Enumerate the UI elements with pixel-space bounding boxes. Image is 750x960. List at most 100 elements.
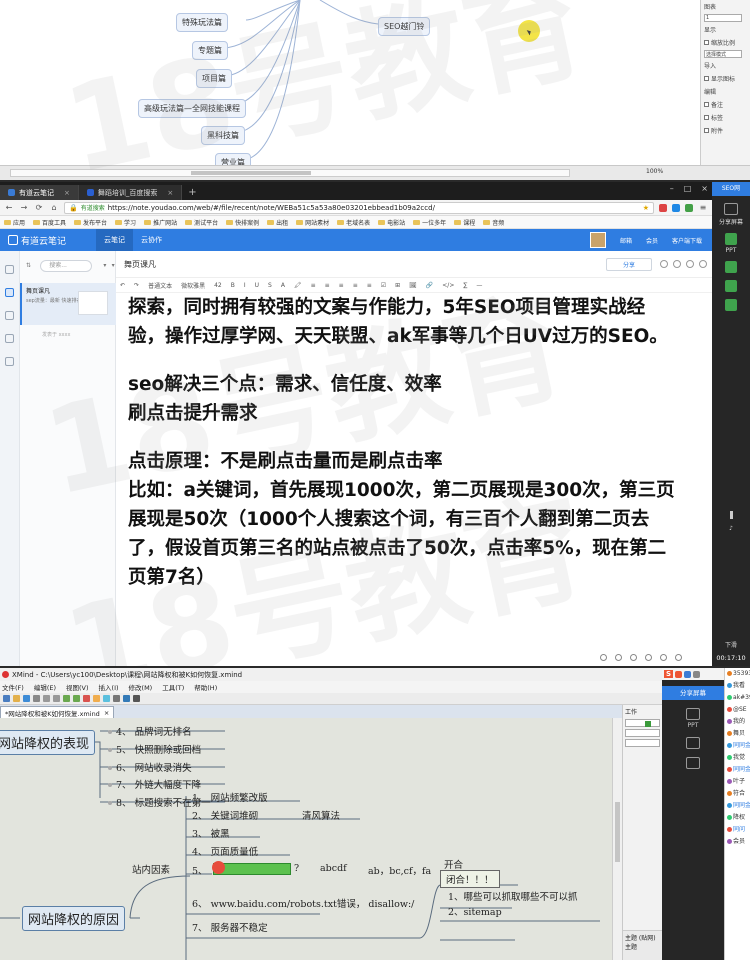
marker-icon[interactable] [83, 695, 90, 702]
format-tool-button[interactable]: 微软雅黑 [181, 281, 205, 290]
checkbox-icon[interactable] [704, 76, 709, 81]
horizontal-scrollbar[interactable] [10, 169, 570, 177]
share-button[interactable]: 分享 [605, 257, 652, 271]
format-tool-button[interactable]: ∑ [463, 282, 467, 289]
format-tool-button[interactable]: ↶ [120, 282, 125, 289]
nav-cloud-collab[interactable]: 云协作 [133, 229, 170, 251]
topic-item[interactable]: ab，bc,cf，fa [366, 863, 433, 877]
avatar[interactable] [589, 232, 606, 248]
side-tool-button[interactable] [712, 299, 750, 311]
prop-select[interactable]: 选择模式 [704, 50, 742, 58]
attach-icon[interactable] [699, 260, 707, 268]
share-screen-title[interactable]: 分享屏幕 [662, 686, 724, 700]
share-icon[interactable] [123, 695, 130, 702]
side-tool-button[interactable] [662, 737, 724, 749]
note-search-input[interactable]: 搜索... [40, 260, 93, 272]
topic-item[interactable]: 1、哪些可以抓取哪些不可以抓 [446, 889, 580, 903]
topic-item[interactable]: 开合 [442, 857, 465, 871]
sort-icon[interactable]: ⇅ [26, 262, 31, 269]
footer-icon[interactable] [660, 654, 667, 661]
format-tool-button[interactable]: B [231, 282, 235, 289]
bookmark-item[interactable]: 电影站 [378, 218, 405, 227]
new-tab-button[interactable]: + [182, 185, 202, 200]
bookmark-item[interactable]: 应用 [4, 218, 25, 227]
list-dropdown[interactable]: ▾ [112, 262, 115, 269]
close-tab-icon[interactable]: × [64, 189, 70, 197]
topic-item[interactable]: ? [292, 863, 301, 874]
new-icon[interactable] [3, 695, 10, 702]
side-tool-button[interactable] [662, 757, 724, 769]
topic-item[interactable]: 4、 页面质量低 [190, 844, 260, 858]
bookmark-item[interactable]: 推广网站 [144, 218, 177, 227]
star-icon[interactable]: ★ [643, 204, 649, 212]
format-tool-button[interactable]: U [255, 282, 259, 289]
print-icon[interactable] [33, 695, 40, 702]
ppt-button[interactable]: PPT [712, 233, 750, 254]
scrollbar-thumb[interactable] [191, 171, 311, 175]
redo-icon[interactable] [53, 695, 60, 702]
checkbox-icon[interactable] [704, 128, 709, 133]
bookmark-item[interactable]: 发布平台 [74, 218, 107, 227]
nav-vip[interactable]: 会员 [646, 236, 658, 245]
format-tool-button[interactable]: 🔗 [426, 282, 433, 289]
extension-icon[interactable] [685, 203, 693, 212]
browser-tab-youdao[interactable]: 有道云笔记 × [0, 185, 79, 200]
nav-cloud-note[interactable]: 云笔记 [96, 229, 133, 251]
maximize-icon[interactable]: □ [684, 184, 692, 193]
topic-box-selected[interactable]: 闭合！！！ [440, 870, 500, 888]
topic-item[interactable]: 2、 关键词堆砌 [190, 808, 260, 822]
bookmark-item[interactable]: 百度工具 [33, 218, 66, 227]
xmind-file-tab[interactable]: *网站降权和被K如何恢复.xmind × [0, 706, 115, 718]
bookmark-item[interactable]: 老域名表 [337, 218, 370, 227]
topic-main-symptoms[interactable]: 网站降权的表现 [0, 730, 96, 755]
topic-item[interactable]: 清风算法 [300, 808, 342, 822]
note-list-item[interactable]: 舞页课凡 sep流量：最新 快速排名 轻... 发表于 xxxx [20, 283, 116, 338]
topic-item[interactable]: 2、sitemap [446, 904, 504, 918]
mindmap-node[interactable]: 高级玩法篇—全网技能课程 [138, 99, 246, 118]
format-tool-button[interactable]: ≡ [367, 282, 372, 289]
list-dropdown[interactable]: ▾ [103, 262, 106, 269]
youdao-logo[interactable]: 有道云笔记 [0, 234, 96, 247]
bookmark-item[interactable]: 网站素材 [296, 218, 329, 227]
footer-icon[interactable] [630, 654, 637, 661]
format-tool-button[interactable]: 🖍 [294, 282, 302, 289]
format-tool-button[interactable]: </> [442, 282, 454, 289]
extension-icon[interactable] [672, 203, 680, 212]
checkbox-icon[interactable] [704, 102, 709, 107]
menu-help[interactable]: 帮助(H) [194, 682, 217, 692]
format-tool-button[interactable]: I [244, 282, 246, 289]
download-label[interactable]: 下滑 [712, 640, 750, 649]
label-icon[interactable] [93, 695, 100, 702]
back-arrow-icon[interactable]: ← [4, 203, 14, 212]
tray-icon[interactable] [684, 670, 692, 678]
topic-item[interactable]: abcdf [318, 863, 349, 874]
side-tool-button[interactable] [712, 280, 750, 292]
checkbox-icon[interactable] [704, 115, 709, 120]
menu-insert[interactable]: 插入(I) [99, 682, 119, 692]
topic-item[interactable]: 4、 品牌词无排名 [102, 724, 194, 738]
speaker-icon[interactable]: ♪ [712, 525, 750, 532]
menu-edit[interactable]: 编辑(E) [34, 682, 56, 692]
mindmap-node[interactable]: 专题篇 [192, 41, 228, 60]
footer-icon[interactable] [600, 654, 607, 661]
topic-branch-onsite[interactable]: 站内因素 [130, 862, 172, 876]
forward-arrow-icon[interactable]: → [19, 203, 29, 212]
save-icon[interactable] [23, 695, 30, 702]
history-icon[interactable] [660, 260, 668, 268]
bookmark-item[interactable]: 一位多年 [413, 218, 446, 227]
volume-slider[interactable] [729, 511, 733, 519]
close-window-icon[interactable]: × [701, 184, 708, 193]
extension-icon[interactable] [659, 203, 667, 212]
close-tab-icon[interactable]: × [167, 189, 173, 197]
recent-icon[interactable] [5, 288, 14, 297]
home-icon[interactable]: ⌂ [49, 203, 59, 212]
mindmap-node[interactable]: 特殊玩法篇 [176, 13, 228, 32]
browser-tab-baidu[interactable]: 舞蹈培训_百度搜索 × [78, 185, 183, 200]
vertical-scrollbar[interactable] [612, 718, 622, 960]
format-tool-button[interactable]: ≡ [325, 282, 330, 289]
mindmap-node[interactable]: SEO越门铃 [378, 17, 431, 36]
tag-icon[interactable] [5, 334, 14, 343]
topic-item[interactable]: 7、 服务器不稳定 [190, 920, 270, 934]
footer-icon[interactable] [645, 654, 652, 661]
menu-view[interactable]: 视图(V) [66, 682, 89, 692]
